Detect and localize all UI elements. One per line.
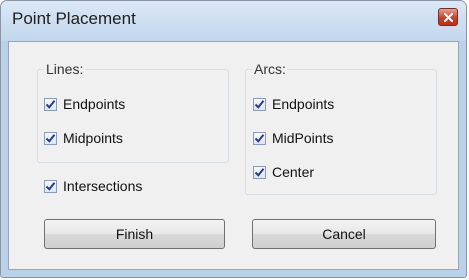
dialog-title: Point Placement <box>12 9 136 28</box>
checkbox-label: Midpoints <box>63 130 123 146</box>
checkbox-label: Center <box>272 164 315 180</box>
cancel-button[interactable]: Cancel <box>252 219 436 249</box>
check-icon <box>45 181 56 191</box>
dialog-body: Lines: Endpoints Midpoints Intersections… <box>8 41 459 270</box>
checkbox-box[interactable] <box>253 165 266 179</box>
check-icon <box>45 133 56 143</box>
close-icon <box>443 12 453 22</box>
checkbox-box[interactable] <box>44 179 57 193</box>
check-icon <box>254 133 265 143</box>
checkbox-label: Endpoints <box>272 96 335 112</box>
lines-group-label: Lines: <box>44 61 86 77</box>
lines-endpoints-checkbox[interactable]: Endpoints <box>44 95 125 113</box>
lines-group: Lines: <box>37 61 229 163</box>
finish-button[interactable]: Finish <box>44 219 225 249</box>
arcs-endpoints-checkbox[interactable]: Endpoints <box>253 95 334 113</box>
arcs-group-label: Arcs: <box>252 61 288 77</box>
title-bar[interactable]: Point Placement <box>1 1 466 41</box>
checkbox-label: Endpoints <box>63 96 126 112</box>
arcs-midpoints-checkbox[interactable]: MidPoints <box>253 129 333 147</box>
checkbox-box[interactable] <box>253 97 266 111</box>
checkbox-label: Intersections <box>63 178 143 194</box>
intersections-checkbox[interactable]: Intersections <box>44 177 142 195</box>
point-placement-dialog: Point Placement Lines: Endpoints Midpoin… <box>0 0 467 278</box>
check-icon <box>45 99 56 109</box>
lines-midpoints-checkbox[interactable]: Midpoints <box>44 129 123 147</box>
checkbox-box[interactable] <box>44 131 57 145</box>
arcs-center-checkbox[interactable]: Center <box>253 163 314 181</box>
check-icon <box>254 99 265 109</box>
checkbox-box[interactable] <box>44 97 57 111</box>
close-button[interactable] <box>438 8 458 26</box>
check-icon <box>254 167 265 177</box>
checkbox-label: MidPoints <box>272 130 334 146</box>
checkbox-box[interactable] <box>253 131 266 145</box>
